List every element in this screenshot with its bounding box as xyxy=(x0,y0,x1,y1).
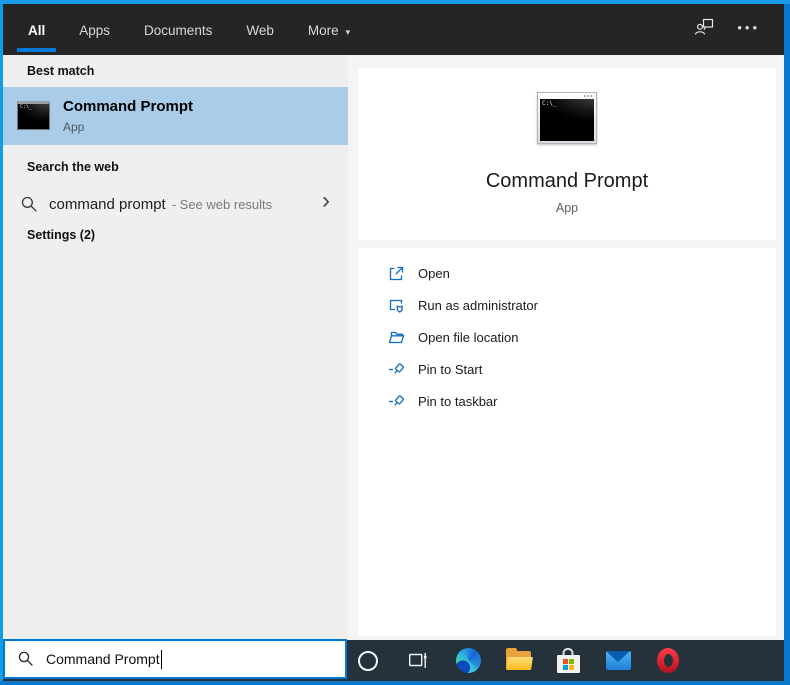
results-panel: Best match C:\_ Command Prompt App Searc… xyxy=(3,55,348,640)
chevron-down-icon: ▾ xyxy=(346,27,351,37)
search-input-value: Command Prompt xyxy=(46,651,160,667)
window-border-bottom xyxy=(0,681,790,685)
opera-icon[interactable] xyxy=(655,648,681,674)
action-pin-to-taskbar[interactable]: Pin to taskbar xyxy=(358,385,776,417)
tab-documents[interactable]: Documents xyxy=(144,22,212,38)
command-prompt-icon: C:\_ xyxy=(17,101,50,130)
chevron-right-icon[interactable]: › xyxy=(322,187,330,215)
best-match-section-label: Best match xyxy=(27,64,94,78)
search-input[interactable]: Command Prompt xyxy=(3,639,347,679)
result-subtitle: App xyxy=(63,120,84,134)
text-cursor xyxy=(161,650,162,669)
file-location-icon xyxy=(388,329,405,346)
filter-tabs: All Apps Documents Web More▾ xyxy=(28,4,350,55)
store-icon[interactable] xyxy=(555,648,581,674)
preview-pane: C:\_ Command Prompt App Open Run as admi… xyxy=(348,55,784,640)
pin-icon xyxy=(388,393,405,410)
preview-app-title: Command Prompt xyxy=(358,170,776,193)
open-icon xyxy=(388,265,405,282)
tab-apps[interactable]: Apps xyxy=(79,22,110,38)
result-title: Command Prompt xyxy=(63,98,193,115)
web-search-result[interactable]: command prompt - See web results › xyxy=(3,183,348,225)
task-view-icon[interactable] xyxy=(405,648,431,674)
web-results-hint: - See web results xyxy=(172,197,272,212)
app-preview-card: C:\_ Command Prompt App xyxy=(358,68,776,240)
search-icon xyxy=(18,651,34,667)
file-explorer-icon[interactable] xyxy=(505,648,531,674)
window-border-right xyxy=(784,4,790,685)
tab-web[interactable]: Web xyxy=(246,22,274,38)
settings-section-label: Settings (2) xyxy=(27,228,95,242)
pin-icon xyxy=(388,361,405,378)
cortana-icon[interactable] xyxy=(355,648,381,674)
app-actions-card: Open Run as administrator Open file loca… xyxy=(358,248,776,636)
tab-all[interactable]: All xyxy=(28,22,45,38)
windows-search-screen: All Apps Documents Web More▾ ••• Best ma… xyxy=(0,0,790,685)
edge-icon[interactable] xyxy=(455,648,481,674)
prompt-glyph: C:\_ xyxy=(542,100,556,107)
mail-icon[interactable] xyxy=(605,648,631,674)
feedback-icon[interactable] xyxy=(694,17,715,43)
preview-app-subtitle: App xyxy=(358,201,776,215)
web-query-text: command prompt xyxy=(49,196,166,213)
best-match-result[interactable]: C:\_ Command Prompt App xyxy=(3,87,348,145)
prompt-glyph: C:\_ xyxy=(20,104,32,110)
action-run-as-administrator[interactable]: Run as administrator xyxy=(358,289,776,321)
action-pin-to-start[interactable]: Pin to Start xyxy=(358,353,776,385)
command-prompt-icon-large: C:\_ xyxy=(537,92,597,144)
search-icon xyxy=(21,196,38,213)
more-options-icon[interactable]: ••• xyxy=(737,20,760,39)
tab-more[interactable]: More▾ xyxy=(308,22,350,38)
search-header: All Apps Documents Web More▾ ••• xyxy=(3,4,784,55)
window-controls-dots xyxy=(584,95,592,97)
action-open[interactable]: Open xyxy=(358,257,776,289)
admin-shield-icon xyxy=(388,297,405,314)
web-section-label: Search the web xyxy=(27,160,119,174)
action-open-file-location[interactable]: Open file location xyxy=(358,321,776,353)
